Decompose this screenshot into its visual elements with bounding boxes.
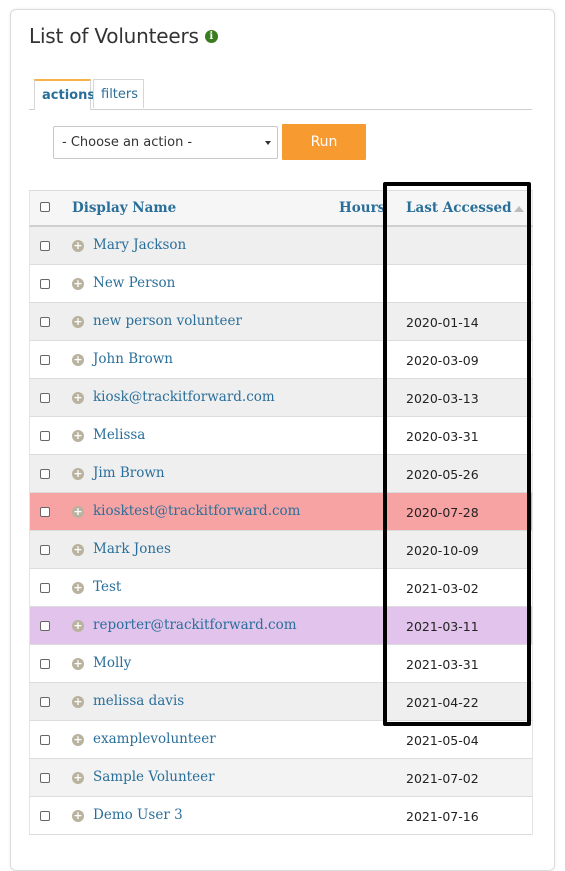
row-checkbox[interactable] <box>40 810 50 821</box>
last-accessed-value: 2021-05-04 <box>406 733 479 748</box>
column-header-hours[interactable]: Hours <box>339 191 385 226</box>
sort-ascending-icon <box>513 205 524 212</box>
tab-bar: actions filters <box>29 79 532 110</box>
expand-plus-icon[interactable]: + <box>72 353 84 366</box>
chevron-down-icon <box>265 141 271 145</box>
table-row: + Demo User 3 2021-07-16 <box>29 797 533 835</box>
table-row: + melissa davis 2021-04-22 <box>29 683 533 721</box>
table-row: + examplevolunteer 2021-05-04 <box>29 721 533 759</box>
expand-plus-icon[interactable]: + <box>72 543 84 556</box>
table-row: + Melissa 2020-03-31 <box>29 417 533 455</box>
volunteer-name-link[interactable]: Mark Jones <box>93 531 171 568</box>
table-row: + New Person <box>29 265 533 303</box>
expand-plus-icon[interactable]: + <box>72 771 84 784</box>
row-checkbox[interactable] <box>40 354 50 365</box>
volunteer-name-link[interactable]: examplevolunteer <box>93 721 216 758</box>
last-accessed-value: 2020-07-28 <box>406 505 479 520</box>
table-row: + Test 2021-03-02 <box>29 569 533 607</box>
last-accessed-value: 2020-03-31 <box>406 429 479 444</box>
expand-plus-icon[interactable]: + <box>72 277 84 290</box>
row-checkbox[interactable] <box>40 506 50 517</box>
row-checkbox[interactable] <box>40 544 50 555</box>
page-title: List of Volunteers i <box>29 24 218 48</box>
tab-filters[interactable]: filters <box>93 79 144 108</box>
expand-plus-icon[interactable]: + <box>72 619 84 632</box>
table-row: + John Brown 2020-03-09 <box>29 341 533 379</box>
table-row: + new person volunteer 2020-01-14 <box>29 303 533 341</box>
row-checkbox[interactable] <box>40 430 50 441</box>
row-checkbox[interactable] <box>40 620 50 631</box>
row-checkbox[interactable] <box>40 278 50 289</box>
page-title-text: List of Volunteers <box>29 24 199 48</box>
table-row: + Mary Jackson <box>29 227 533 265</box>
volunteer-name-link[interactable]: kiosk@trackitforward.com <box>93 379 275 416</box>
table-row: + Mark Jones 2020-10-09 <box>29 531 533 569</box>
last-accessed-value: 2021-03-11 <box>406 619 479 634</box>
last-accessed-value: 2021-03-31 <box>406 657 479 672</box>
run-button[interactable]: Run <box>282 124 366 160</box>
volunteers-table: Display Name Hours Last Accessed + Mary … <box>29 190 533 835</box>
row-checkbox[interactable] <box>40 392 50 403</box>
last-accessed-value: 2020-03-13 <box>406 391 479 406</box>
volunteer-name-link[interactable]: John Brown <box>93 341 173 378</box>
volunteer-name-link[interactable]: Molly <box>93 645 131 682</box>
column-header-last-accessed[interactable]: Last Accessed <box>406 191 524 226</box>
row-checkbox[interactable] <box>40 582 50 593</box>
expand-plus-icon[interactable]: + <box>72 467 84 480</box>
last-accessed-value: 2021-07-02 <box>406 771 479 786</box>
volunteer-name-link[interactable]: Sample Volunteer <box>93 759 215 796</box>
volunteer-name-link[interactable]: Melissa <box>93 417 145 454</box>
expand-plus-icon[interactable]: + <box>72 733 84 746</box>
volunteer-name-link[interactable]: reporter@trackitforward.com <box>93 607 297 644</box>
tab-actions[interactable]: actions <box>34 79 95 110</box>
last-accessed-value: 2020-01-14 <box>406 315 479 330</box>
expand-plus-icon[interactable]: + <box>72 505 84 518</box>
expand-plus-icon[interactable]: + <box>72 429 84 442</box>
volunteer-name-link[interactable]: new person volunteer <box>93 303 242 340</box>
expand-plus-icon[interactable]: + <box>72 315 84 328</box>
table-header-row: Display Name Hours Last Accessed <box>29 191 533 227</box>
expand-plus-icon[interactable]: + <box>72 239 84 252</box>
volunteer-name-link[interactable]: New Person <box>93 265 175 302</box>
column-header-display-name[interactable]: Display Name <box>72 191 176 226</box>
row-checkbox[interactable] <box>40 734 50 745</box>
last-accessed-value: 2020-05-26 <box>406 467 479 482</box>
last-accessed-value: 2021-04-22 <box>406 695 479 710</box>
expand-plus-icon[interactable]: + <box>72 581 84 594</box>
select-all-checkbox[interactable] <box>40 202 50 212</box>
info-icon[interactable]: i <box>204 29 218 43</box>
expand-plus-icon[interactable]: + <box>72 695 84 708</box>
table-row: + Sample Volunteer 2021-07-02 <box>29 759 533 797</box>
table-row: + Jim Brown 2020-05-26 <box>29 455 533 493</box>
expand-plus-icon[interactable]: + <box>72 391 84 404</box>
row-checkbox[interactable] <box>40 468 50 479</box>
volunteer-name-link[interactable]: melissa davis <box>93 683 184 720</box>
row-checkbox[interactable] <box>40 240 50 251</box>
action-select-value: - Choose an action - <box>62 135 193 150</box>
table-row: + kiosk@trackitforward.com 2020-03-13 <box>29 379 533 417</box>
last-accessed-value: 2020-10-09 <box>406 543 479 558</box>
table-row-highlighted-purple: + reporter@trackitforward.com 2021-03-11 <box>29 607 533 645</box>
volunteer-name-link[interactable]: Mary Jackson <box>93 227 186 264</box>
action-select[interactable]: - Choose an action - <box>53 126 278 159</box>
last-accessed-value: 2020-03-09 <box>406 353 479 368</box>
volunteer-name-link[interactable]: Demo User 3 <box>93 797 183 834</box>
row-checkbox[interactable] <box>40 772 50 783</box>
volunteer-name-link[interactable]: Test <box>93 569 121 606</box>
last-accessed-value: 2021-03-02 <box>406 581 479 596</box>
expand-plus-icon[interactable]: + <box>72 657 84 670</box>
volunteer-name-link[interactable]: kiosktest@trackitforward.com <box>93 493 300 530</box>
volunteer-name-link[interactable]: Jim Brown <box>93 455 165 492</box>
expand-plus-icon[interactable]: + <box>72 809 84 822</box>
row-checkbox[interactable] <box>40 316 50 327</box>
row-checkbox[interactable] <box>40 658 50 669</box>
row-checkbox[interactable] <box>40 696 50 707</box>
last-accessed-value: 2021-07-16 <box>406 809 479 824</box>
table-row-highlighted-red: + kiosktest@trackitforward.com 2020-07-2… <box>29 493 533 531</box>
column-header-last-accessed-label: Last Accessed <box>406 200 512 216</box>
table-row: + Molly 2021-03-31 <box>29 645 533 683</box>
